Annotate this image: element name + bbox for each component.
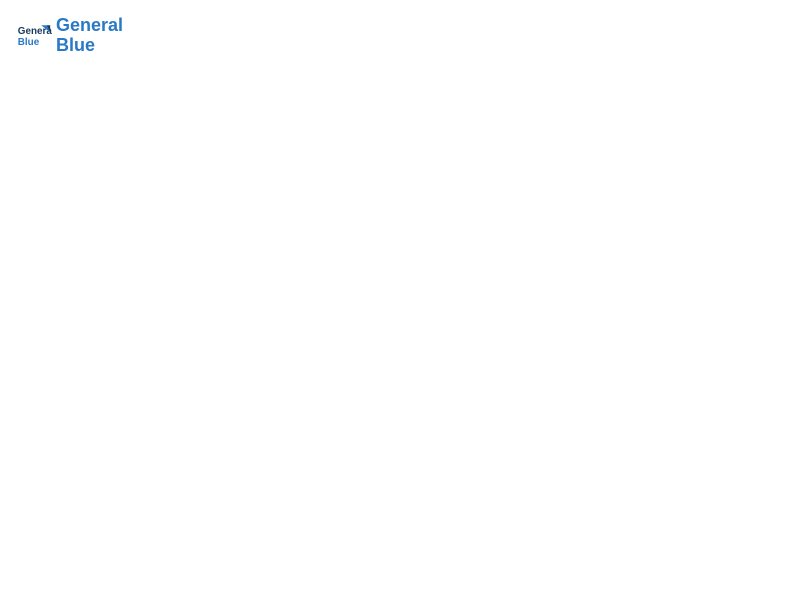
logo-icon: General Blue bbox=[16, 18, 52, 54]
page-header: General Blue General Blue bbox=[16, 16, 776, 56]
logo-text-blue: Blue bbox=[56, 36, 123, 56]
svg-text:Blue: Blue bbox=[18, 37, 40, 48]
logo: General Blue General Blue bbox=[16, 16, 123, 56]
logo-text: General bbox=[56, 16, 123, 36]
